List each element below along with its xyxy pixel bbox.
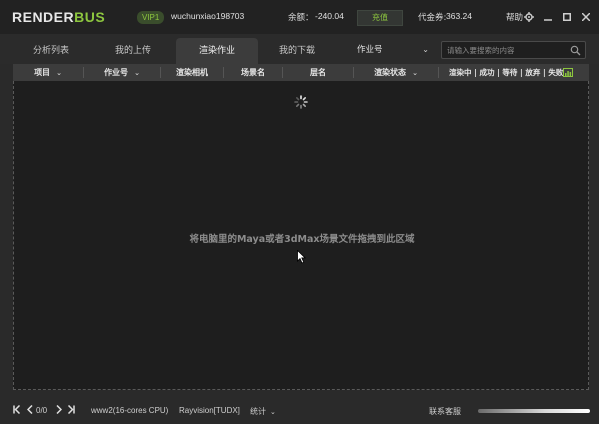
column-render-status-label: 渲染状态 xyxy=(374,68,407,77)
minimize-icon[interactable] xyxy=(541,9,555,25)
balance-label: 余额： xyxy=(288,13,314,23)
stats-label: 统计 xyxy=(250,407,266,416)
loading-spinner-icon xyxy=(294,95,308,109)
footer-fade-bar xyxy=(478,409,590,413)
column-render-status[interactable]: 渲染状态 ⌄ xyxy=(354,64,438,81)
last-page-icon[interactable] xyxy=(66,404,76,417)
tab-analysis-list[interactable]: 分析列表 xyxy=(10,38,92,64)
search-input[interactable] xyxy=(445,43,567,57)
coupon-label: 代金券: xyxy=(418,13,447,23)
contact-support-link[interactable]: 联系客服 xyxy=(429,406,461,417)
tab-my-downloads[interactable]: 我的下载 xyxy=(256,38,338,64)
column-render-camera[interactable]: 渲染相机 xyxy=(161,64,223,81)
first-page-icon[interactable] xyxy=(12,404,22,417)
balance-value: -240.04 xyxy=(315,11,344,21)
gear-icon[interactable] xyxy=(522,9,536,25)
mouse-cursor-icon xyxy=(297,250,307,264)
maximize-icon[interactable] xyxy=(560,9,574,25)
vendor-label: Rayvision[TUDX] xyxy=(179,406,240,415)
search-type-value: 作业号 xyxy=(357,45,383,55)
logo-render: RENDER xyxy=(12,9,75,25)
status-footer: 0/0 www2(16-cores CPU) Rayvision[TUDX] 统… xyxy=(0,398,599,424)
status-counts-header: 渲染中 | 成功 | 等待 | 放弃 | 失败 xyxy=(449,68,564,77)
close-icon[interactable] xyxy=(579,9,593,25)
page-indicator: 0/0 xyxy=(36,406,48,415)
tab-my-uploads[interactable]: 我的上传 xyxy=(92,38,174,64)
tab-render-jobs[interactable]: 渲染作业 xyxy=(176,38,258,64)
username[interactable]: wuchunxiao198703 xyxy=(171,11,244,21)
job-table-header: 项目 ⌄ 作业号 ⌄ 渲染相机 场景名 层名 渲染状态 ⌄ 渲染中 | 成功 | 等待… xyxy=(13,64,589,81)
chevron-down-icon: ⌄ xyxy=(422,45,429,54)
search-icon[interactable] xyxy=(570,45,581,56)
next-page-icon[interactable] xyxy=(54,404,64,417)
title-bar: RENDERBUS VIP1 wuchunxiao198703 余额： -240… xyxy=(0,0,599,34)
vip-badge: VIP1 xyxy=(137,11,165,24)
logo-bus: BUS xyxy=(74,9,106,25)
chevron-down-icon: ⌄ xyxy=(412,69,418,77)
column-project-label: 项目 xyxy=(34,68,51,77)
chevron-down-icon: ⌄ xyxy=(56,69,62,77)
recharge-button[interactable]: 充值 xyxy=(357,10,403,26)
chevron-down-icon: ⌄ xyxy=(270,408,276,416)
platform-label: www2(16-cores CPU) xyxy=(91,406,169,415)
stats-select[interactable]: 统计 ⌄ xyxy=(250,406,276,417)
column-job-id[interactable]: 作业号 ⌄ xyxy=(84,64,160,81)
app-logo: RENDERBUS xyxy=(12,9,105,25)
search-type-select[interactable]: 作业号 ⌄ xyxy=(351,41,433,59)
column-scene-name[interactable]: 场景名 xyxy=(224,64,282,81)
chart-icon[interactable] xyxy=(563,68,573,77)
column-project[interactable]: 项目 ⌄ xyxy=(13,64,83,81)
search-box[interactable] xyxy=(441,41,586,59)
file-drop-area[interactable]: 将电脑里的Maya或者3dMax场景文件拖拽到此区域 xyxy=(13,81,589,390)
help-link[interactable]: 帮助 xyxy=(506,11,523,23)
coupon-value: 363.24 xyxy=(446,11,472,21)
chevron-down-icon: ⌄ xyxy=(134,69,140,77)
prev-page-icon[interactable] xyxy=(25,404,35,417)
column-job-id-label: 作业号 xyxy=(104,68,129,77)
column-divider xyxy=(438,67,439,78)
drop-hint-text: 将电脑里的Maya或者3dMax场景文件拖拽到此区域 xyxy=(189,234,415,245)
column-layer-name[interactable]: 层名 xyxy=(283,64,353,81)
